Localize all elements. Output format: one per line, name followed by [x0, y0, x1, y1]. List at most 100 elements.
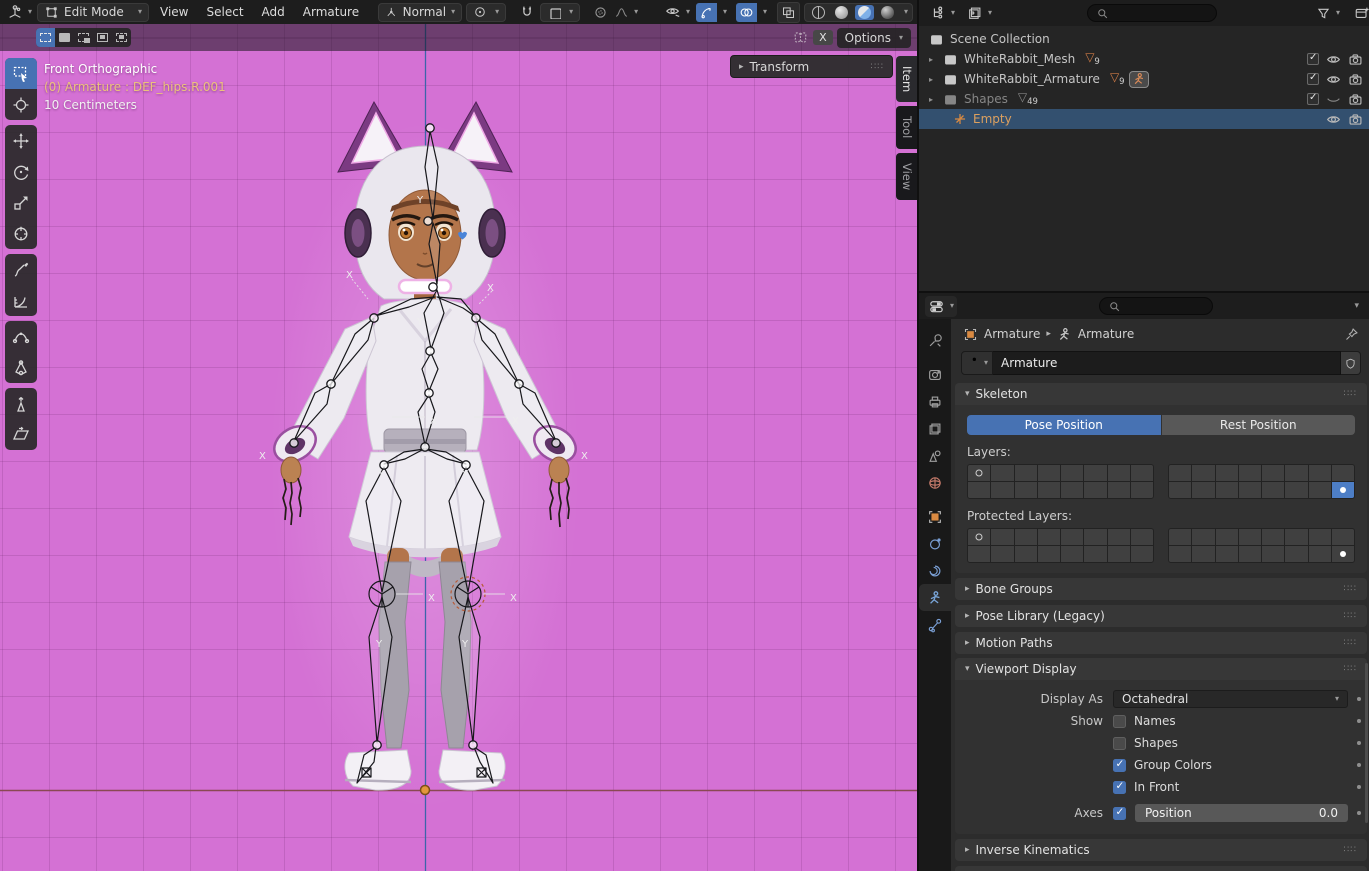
layer-cell[interactable]: [1084, 529, 1106, 545]
pose-position-button[interactable]: Pose Position: [967, 415, 1161, 435]
new-collection-button[interactable]: [1351, 3, 1369, 23]
outliner-row-empty[interactable]: Empty: [919, 109, 1369, 129]
transform-orientation-dropdown[interactable]: Normal ▾: [378, 3, 462, 22]
layer-cell[interactable]: [1262, 546, 1284, 562]
layer-cell[interactable]: [1084, 546, 1106, 562]
layer-cell[interactable]: [1015, 482, 1037, 498]
fake-user-button[interactable]: [1341, 351, 1361, 375]
layer-cell[interactable]: [1309, 482, 1331, 498]
layer-cell[interactable]: [1131, 482, 1153, 498]
sidebar-tab-view[interactable]: View: [896, 153, 917, 200]
show-gizmo-toggle[interactable]: [696, 3, 717, 22]
tab-constraints[interactable]: [919, 530, 951, 557]
layer-cell[interactable]: [991, 546, 1013, 562]
properties-search-input[interactable]: [1099, 297, 1213, 315]
tool-scale[interactable]: [5, 187, 37, 218]
layer-cell[interactable]: [1285, 529, 1307, 545]
layer-cell[interactable]: [1216, 546, 1238, 562]
exclude-checkbox[interactable]: [1307, 93, 1319, 105]
drag-handle-icon[interactable]: ∷∷: [1344, 664, 1357, 674]
layer-cell[interactable]: [1084, 465, 1106, 481]
tool-move[interactable]: [5, 125, 37, 156]
sidebar-tab-item[interactable]: Item: [896, 56, 917, 102]
decorator-dot[interactable]: [1357, 741, 1361, 745]
shapes-checkbox[interactable]: [1113, 737, 1126, 750]
overlays-dropdown[interactable]: ▾: [757, 6, 770, 18]
expand-arrow-icon[interactable]: ▸: [929, 95, 943, 104]
select-mode-subtract[interactable]: [74, 28, 93, 47]
viewport-3d[interactable]: YY YY YY XX XX XX XX X: [0, 24, 917, 871]
layer-cell[interactable]: [1169, 482, 1191, 498]
render-camera-icon[interactable]: [1348, 52, 1363, 67]
editor-type-button[interactable]: ▾: [4, 2, 35, 22]
hide-eye-icon[interactable]: [1326, 52, 1341, 67]
outliner-display-mode-button[interactable]: ▾: [964, 3, 995, 23]
properties-scrollbar[interactable]: [1365, 663, 1368, 823]
layer-cell[interactable]: [1239, 546, 1261, 562]
render-camera-icon[interactable]: [1348, 72, 1363, 87]
layer-cell[interactable]: [1216, 529, 1238, 545]
tool-roll[interactable]: [5, 321, 37, 352]
tool-extrude[interactable]: [5, 388, 37, 419]
tool-rotate[interactable]: [5, 156, 37, 187]
layer-cell[interactable]: [1216, 465, 1238, 481]
xray-toggle[interactable]: [777, 2, 800, 23]
tool-cursor[interactable]: [5, 89, 37, 120]
tab-scene[interactable]: [919, 442, 951, 469]
render-camera-icon[interactable]: [1348, 112, 1363, 127]
layer-cell[interactable]: [1285, 465, 1307, 481]
render-camera-icon[interactable]: [1348, 92, 1363, 107]
layer-cell[interactable]: [1061, 529, 1083, 545]
pose-library-panel-header[interactable]: ▸ Pose Library (Legacy) ∷∷: [955, 605, 1367, 627]
proportional-falloff-dropdown[interactable]: ▾: [611, 3, 641, 22]
names-checkbox[interactable]: [1113, 715, 1126, 728]
layer-cell[interactable]: [1108, 546, 1130, 562]
tab-world[interactable]: [919, 469, 951, 496]
layer-cell[interactable]: [1262, 482, 1284, 498]
drag-handle-icon[interactable]: ∷∷: [1344, 845, 1357, 855]
layer-cell[interactable]: [1262, 529, 1284, 545]
axes-checkbox[interactable]: [1113, 807, 1126, 820]
outliner-row-scene-collection[interactable]: Scene Collection: [919, 29, 1369, 49]
layer-cell[interactable]: [1084, 482, 1106, 498]
sidebar-tab-tool[interactable]: Tool: [896, 106, 917, 148]
datablock-type-button[interactable]: ▾: [961, 351, 993, 375]
object-origin-dot[interactable]: [421, 786, 430, 795]
tool-annotate[interactable]: [5, 254, 37, 285]
layer-cell[interactable]: [968, 546, 990, 562]
decorator-dot[interactable]: [1357, 763, 1361, 767]
outliner-row-armature-collection[interactable]: ▸ WhiteRabbit_Armature ▽9: [919, 69, 1369, 89]
tab-render[interactable]: [919, 361, 951, 388]
proportional-editing-toggle[interactable]: [590, 3, 611, 22]
viewport-display-panel-header[interactable]: ▾ Viewport Display ∷∷: [955, 658, 1367, 680]
datablock-name-input[interactable]: Armature: [993, 351, 1341, 375]
layer-cell[interactable]: [1108, 482, 1130, 498]
layer-cell[interactable]: [1192, 482, 1214, 498]
tab-object-data[interactable]: [919, 584, 951, 611]
snap-settings-dropdown[interactable]: ▾: [540, 3, 580, 22]
chevron-down-icon[interactable]: ▾: [1354, 302, 1359, 311]
layer-cell[interactable]: [1015, 465, 1037, 481]
motion-paths-panel-header[interactable]: ▸ Motion Paths ∷∷: [955, 632, 1367, 654]
layer-cell[interactable]: [1061, 482, 1083, 498]
layer-cell[interactable]: [1309, 465, 1331, 481]
outliner-row-shapes-collection[interactable]: ▸ Shapes ▽49: [919, 89, 1369, 109]
select-mode-invert[interactable]: [93, 28, 112, 47]
pivot-point-dropdown[interactable]: ▾: [466, 3, 506, 22]
snap-toggle[interactable]: [516, 2, 538, 22]
exclude-checkbox[interactable]: [1307, 53, 1319, 65]
drag-handle-icon[interactable]: ∷∷: [1344, 584, 1357, 594]
layer-cell[interactable]: [1061, 546, 1083, 562]
layer-cell[interactable]: [1332, 529, 1354, 545]
layer-cell[interactable]: [1332, 546, 1354, 562]
tab-output[interactable]: [919, 388, 951, 415]
tab-object[interactable]: [919, 503, 951, 530]
custom-properties-panel-header[interactable]: ▸ Custom Properties ∷∷: [955, 866, 1367, 871]
tool-select-box[interactable]: [5, 58, 37, 89]
select-mode-extend[interactable]: [55, 28, 74, 47]
layer-cell[interactable]: [1239, 465, 1261, 481]
layer-cell[interactable]: [1239, 529, 1261, 545]
layer-cell[interactable]: [1038, 546, 1060, 562]
layer-cell[interactable]: [1285, 482, 1307, 498]
inverse-kinematics-panel-header[interactable]: ▸ Inverse Kinematics ∷∷: [955, 839, 1367, 861]
